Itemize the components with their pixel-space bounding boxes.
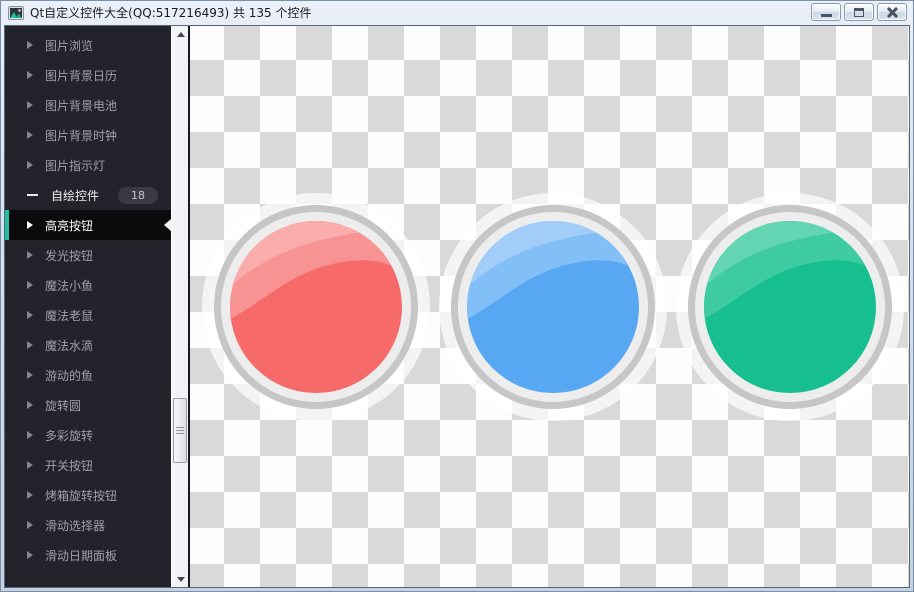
scroll-down-button[interactable]	[172, 571, 189, 587]
triangle-up-icon	[176, 31, 185, 37]
maximize-button[interactable]	[844, 3, 874, 21]
triangle-right-icon	[27, 281, 33, 289]
minimize-button[interactable]	[811, 3, 841, 21]
minimize-icon	[820, 14, 832, 17]
sidebar-item-image-battery[interactable]: 图片背景电池	[5, 90, 171, 120]
triangle-right-icon	[27, 431, 33, 439]
sidebar-item-sliding-selector[interactable]: 滑动选择器	[5, 510, 171, 540]
sidebar-item-glow-button[interactable]: 发光按钮	[5, 240, 171, 270]
sidebar-item-image-lamp[interactable]: 图片指示灯	[5, 150, 171, 180]
triangle-right-icon	[27, 41, 33, 49]
sidebar-item-highlight-button[interactable]: 高亮按钮	[5, 210, 171, 240]
sidebar-item-oven-knob[interactable]: 烤箱旋转按钮	[5, 480, 171, 510]
window-title: Qt自定义控件大全(QQ:517216493) 共 135 个控件	[30, 6, 312, 20]
triangle-right-icon	[27, 221, 33, 229]
minus-icon	[27, 194, 38, 196]
close-button[interactable]	[877, 3, 907, 21]
demo-canvas	[190, 26, 909, 587]
sidebar: 图片浏览 图片背景日历 图片背景电池 图片背景时钟 图片指示灯 自绘控件 18 …	[5, 26, 171, 587]
triangle-down-icon	[176, 576, 185, 582]
triangle-right-icon	[27, 251, 33, 259]
selected-item-marker-triangle-left-icon	[164, 219, 171, 231]
triangle-right-icon	[27, 311, 33, 319]
sidebar-item-magic-mouse[interactable]: 魔法老鼠	[5, 300, 171, 330]
triangle-right-icon	[27, 461, 33, 469]
triangle-right-icon	[27, 401, 33, 409]
triangle-right-icon	[27, 131, 33, 139]
triangle-right-icon	[27, 161, 33, 169]
red-highlight-button[interactable]	[200, 191, 432, 423]
triangle-right-icon	[27, 371, 33, 379]
sidebar-item-sliding-date-panel[interactable]: 滑动日期面板	[5, 540, 171, 570]
scroll-up-button[interactable]	[172, 26, 189, 42]
triangle-right-icon	[27, 521, 33, 529]
sidebar-item-swimming-fish[interactable]: 游动的鱼	[5, 360, 171, 390]
scrollbar-thumb[interactable]	[173, 398, 187, 463]
group-count-badge: 18	[118, 186, 158, 204]
triangle-right-icon	[27, 101, 33, 109]
triangle-right-icon	[27, 71, 33, 79]
sidebar-item-magic-drop[interactable]: 魔法水滴	[5, 330, 171, 360]
titlebar[interactable]: Qt自定义控件大全(QQ:517216493) 共 135 个控件	[0, 0, 914, 25]
sidebar-item-image-browse[interactable]: 图片浏览	[5, 30, 171, 60]
triangle-right-icon	[27, 341, 33, 349]
triangle-right-icon	[27, 551, 33, 559]
sidebar-item-image-clock[interactable]: 图片背景时钟	[5, 120, 171, 150]
maximize-icon	[854, 7, 864, 17]
blue-highlight-button[interactable]	[437, 191, 669, 423]
app-picture-icon	[8, 5, 24, 20]
sidebar-scrollbar[interactable]	[171, 26, 189, 587]
sidebar-item-image-calendar[interactable]: 图片背景日历	[5, 60, 171, 90]
sidebar-item-rotating-circle[interactable]: 旋转圆	[5, 390, 171, 420]
app-window: Qt自定义控件大全(QQ:517216493) 共 135 个控件 图片浏览 图…	[0, 0, 914, 592]
client-area: 图片浏览 图片背景日历 图片背景电池 图片背景时钟 图片指示灯 自绘控件 18 …	[4, 25, 910, 588]
triangle-right-icon	[27, 491, 33, 499]
sidebar-item-colorful-rotation[interactable]: 多彩旋转	[5, 420, 171, 450]
sidebar-item-switch-button[interactable]: 开关按钮	[5, 450, 171, 480]
close-icon	[886, 6, 899, 19]
sidebar-item-magic-fish[interactable]: 魔法小鱼	[5, 270, 171, 300]
green-highlight-button[interactable]	[674, 191, 906, 423]
window-controls	[811, 3, 907, 21]
sidebar-group-custom-drawn[interactable]: 自绘控件 18	[5, 180, 171, 210]
